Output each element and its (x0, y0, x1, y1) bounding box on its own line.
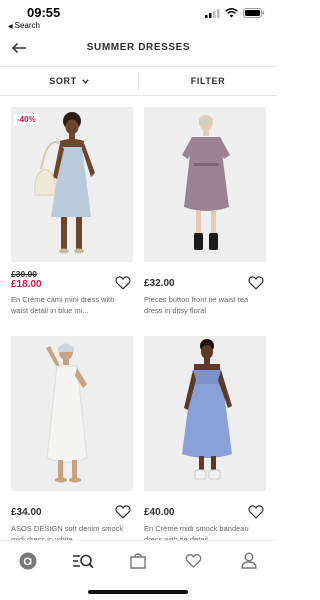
back-to-search-label: Search (14, 21, 40, 30)
filter-button[interactable]: FILTER (139, 67, 277, 95)
save-heart-icon[interactable] (248, 504, 264, 519)
wifi-icon (225, 8, 238, 18)
saved-heart-icon (186, 554, 202, 568)
back-to-search-link[interactable]: ◀ Search (8, 21, 40, 30)
status-bar: 09:55 ◀ Search (0, 0, 277, 34)
model-photo (11, 336, 133, 491)
product-image[interactable]: -40% (11, 107, 133, 262)
bottom-navigation (0, 540, 277, 580)
product-name[interactable]: En Crème cami mini dress with waist deta… (11, 294, 133, 316)
asos-home-icon (19, 552, 37, 569)
sort-label: SORT (49, 76, 77, 86)
product-image[interactable] (144, 336, 266, 491)
save-heart-icon[interactable] (115, 275, 131, 290)
nav-search[interactable] (72, 550, 94, 572)
home-indicator[interactable] (88, 590, 188, 594)
sort-button[interactable]: SORT (0, 67, 138, 95)
nav-bag[interactable] (127, 550, 149, 572)
bag-icon (130, 553, 147, 569)
filter-label: FILTER (190, 76, 226, 86)
discount-badge: -40% (14, 114, 39, 125)
nav-home[interactable] (17, 550, 39, 572)
nav-saved[interactable] (183, 550, 205, 572)
back-triangle-icon: ◀ (8, 24, 13, 30)
page-title: SUMMER DRESSES (86, 42, 191, 53)
product-name[interactable]: Pieces button front tie waist tea dress … (144, 294, 266, 316)
status-time: 09:55 (27, 5, 61, 20)
product-image[interactable] (11, 336, 133, 491)
sort-filter-bar: SORT FILTER (0, 66, 277, 96)
model-photo (144, 107, 266, 262)
model-photo (144, 336, 266, 491)
chevron-down-icon (81, 78, 89, 84)
battery-icon (243, 8, 265, 18)
account-icon (241, 552, 257, 569)
system-icons (205, 8, 265, 18)
search-list-icon (73, 554, 94, 568)
nav-account[interactable] (238, 550, 260, 572)
cellular-signal-icon (205, 8, 220, 18)
save-heart-icon[interactable] (248, 275, 264, 290)
save-heart-icon[interactable] (115, 504, 131, 519)
model-photo (11, 107, 133, 262)
product-image[interactable] (144, 107, 266, 262)
page-header: SUMMER DRESSES (0, 34, 277, 64)
